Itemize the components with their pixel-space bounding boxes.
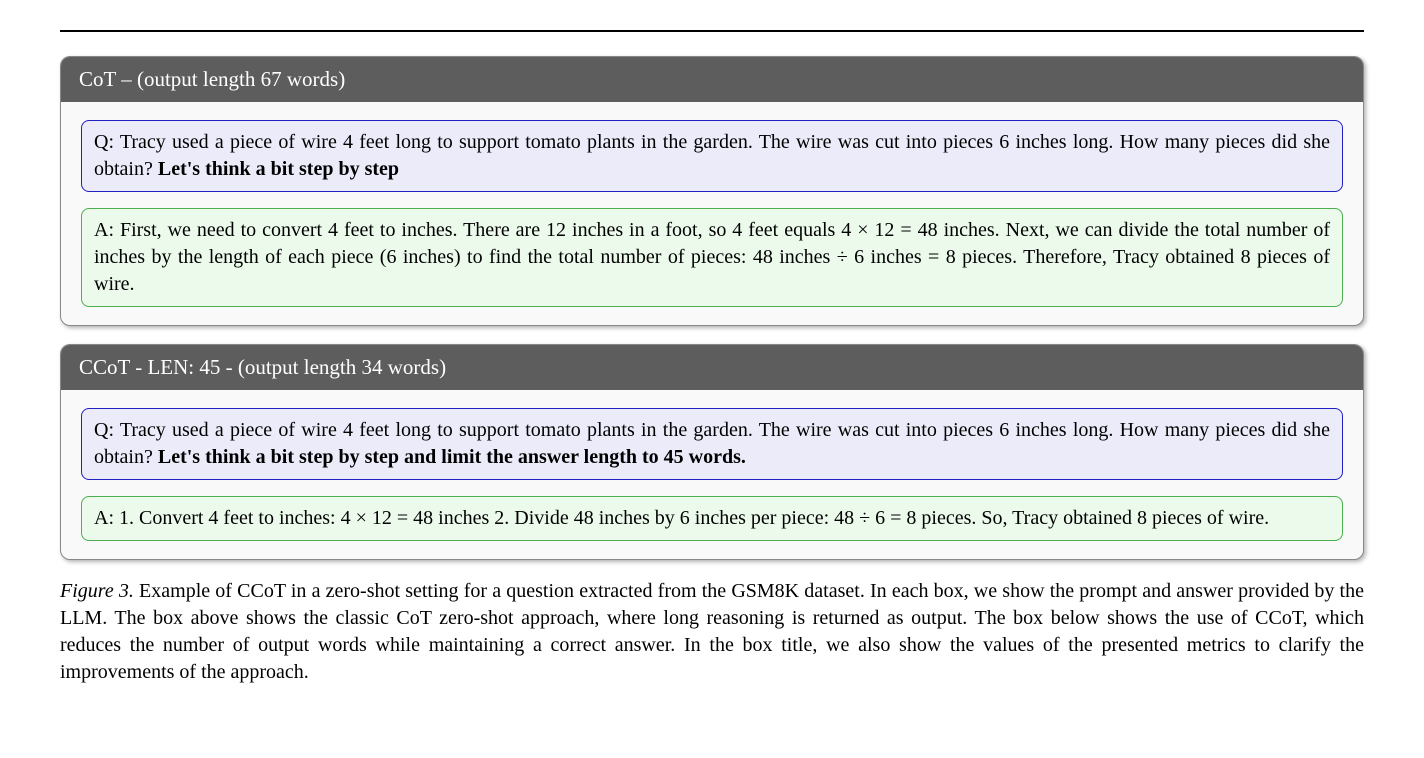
cot-answer-box: A: First, we need to convert 4 feet to i… — [81, 208, 1343, 307]
figure-label: Figure 3. — [60, 580, 134, 602]
cot-answer-text: A: First, we need to convert 4 feet to i… — [94, 219, 1330, 295]
ccot-box: CCoT - LEN: 45 - (output length 34 words… — [60, 344, 1364, 560]
ccot-question-box: Q: Tracy used a piece of wire 4 feet lon… — [81, 408, 1343, 480]
ccot-answer-text: A: 1. Convert 4 feet to inches: 4 × 12 =… — [94, 507, 1269, 529]
figure-caption-text: Example of CCoT in a zero-shot setting f… — [60, 580, 1364, 683]
ccot-answer-box: A: 1. Convert 4 feet to inches: 4 × 12 =… — [81, 496, 1343, 541]
cot-question-box: Q: Tracy used a piece of wire 4 feet lon… — [81, 120, 1343, 192]
cot-box-body: Q: Tracy used a piece of wire 4 feet lon… — [61, 102, 1363, 325]
cot-box-header: CoT – (output length 67 words) — [61, 57, 1363, 102]
cot-box: CoT – (output length 67 words) Q: Tracy … — [60, 56, 1364, 326]
ccot-box-header: CCoT - LEN: 45 - (output length 34 words… — [61, 345, 1363, 390]
cot-question-bold: Let's think a bit step by step — [158, 158, 399, 180]
ccot-question-bold: Let's think a bit step by step and limit… — [158, 446, 746, 468]
figure-caption: Figure 3. Example of CCoT in a zero-shot… — [60, 578, 1364, 686]
ccot-box-body: Q: Tracy used a piece of wire 4 feet lon… — [61, 390, 1363, 559]
horizontal-rule — [60, 30, 1364, 32]
